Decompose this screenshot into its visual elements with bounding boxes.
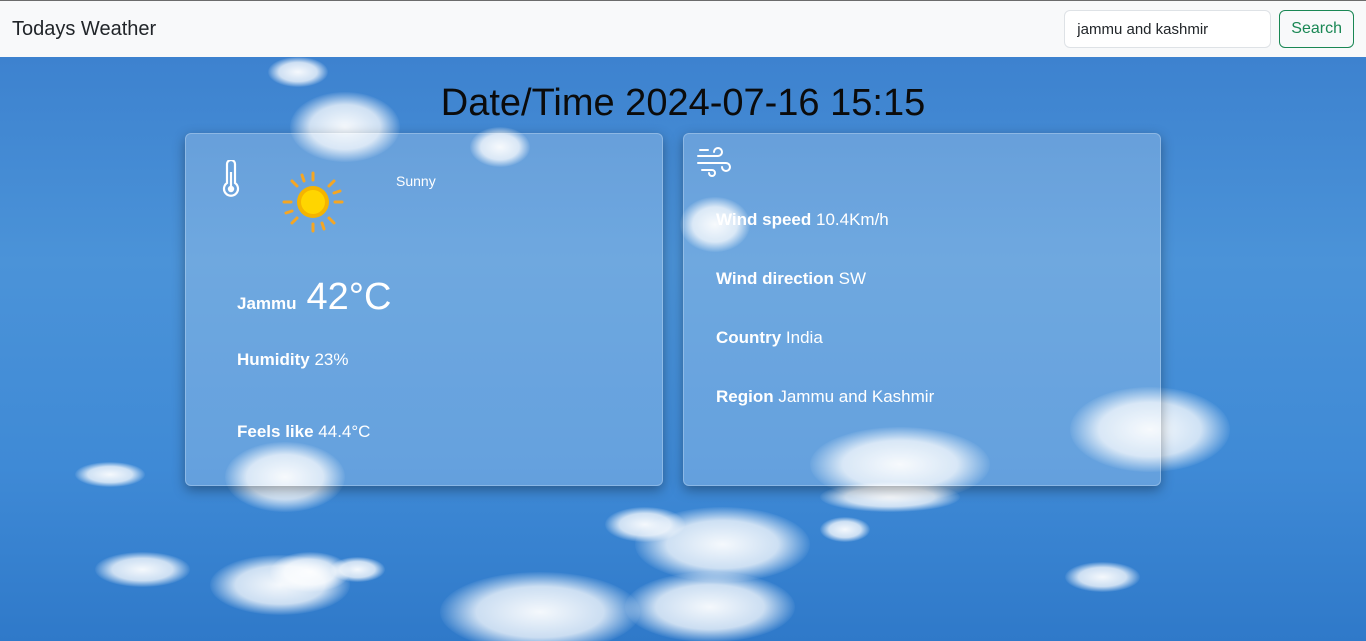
country-label: Country [716,328,782,347]
navbar: Todays Weather Search [0,0,1366,57]
weather-card: Sunny Jammu 42°C Humidity 23% Feels like… [185,133,663,486]
city-temperature: Jammu 42°C [237,276,391,319]
wind-direction-value: SW [838,269,867,288]
region-label: Region [716,387,774,406]
brand-title[interactable]: Todays Weather [12,18,156,41]
wind-speed-row: Wind speed 10.4Km/h [716,210,889,230]
country-value: India [785,328,823,347]
region-value: Jammu and Kashmir [778,387,935,406]
wind-direction-label: Wind direction [716,269,834,288]
humidity-label: Humidity [237,350,310,369]
wind-icon [697,147,731,177]
thermometer-icon [222,160,240,197]
feels-like-row: Feels like 44.4°C [237,422,370,442]
search-form: Search [1064,10,1354,48]
sun-icon [282,171,344,233]
condition-text: Sunny [396,173,436,189]
wind-direction-row: Wind direction SW [716,269,866,289]
datetime-heading: Date/Time 2024-07-16 15:15 [440,82,926,124]
humidity-value: 23% [314,350,349,369]
temperature-value: 42°C [306,276,392,318]
search-button[interactable]: Search [1279,10,1354,48]
feels-like-label: Feels like [237,422,314,441]
country-row: Country India [716,328,823,348]
feels-like-value: 44.4°C [318,422,371,441]
wind-speed-label: Wind speed [716,210,812,229]
search-input[interactable] [1064,10,1272,48]
region-row: Region Jammu and Kashmir [716,387,934,407]
wind-card: Wind speed 10.4Km/h Wind direction SW Co… [683,133,1161,486]
wind-speed-value: 10.4Km/h [815,210,889,229]
humidity-row: Humidity 23% [237,350,349,370]
city-name: Jammu [237,294,297,313]
